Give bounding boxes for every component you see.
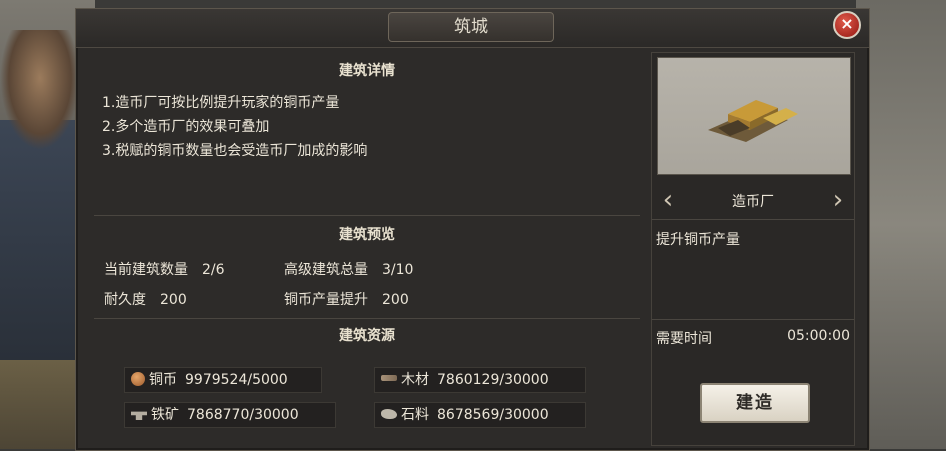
close-icon[interactable]: ×	[833, 11, 861, 39]
next-building-button[interactable]: ›	[828, 185, 848, 215]
copper-coin-icon	[131, 372, 145, 386]
resource-value: 7860129/30000	[437, 372, 549, 388]
character-face	[0, 30, 80, 150]
resource-copper: 铜币 9979524/5000	[124, 367, 322, 393]
resource-label: 石料	[401, 407, 429, 423]
detail-line-2: 2.多个造币厂的效果可叠加	[102, 119, 270, 135]
building-selector: ‹ 造币厂 › 提升铜币产量 需要时间 05:00:00 建造	[651, 52, 855, 446]
resource-label: 铁矿	[151, 407, 179, 423]
divider	[652, 219, 854, 220]
durability-value: 200	[160, 292, 187, 308]
dialog-title: 筑城	[388, 12, 554, 42]
build-city-dialog: 筑城 × 建筑详情 1.造币厂可按比例提升玩家的铜币产量 2.多个造币厂的效果可…	[75, 8, 870, 451]
iron-ore-icon	[131, 411, 147, 420]
resources-heading: 建筑资源	[339, 328, 395, 344]
building-info: 建筑详情 1.造币厂可按比例提升玩家的铜币产量 2.多个造币厂的效果可叠加 3.…	[94, 52, 640, 446]
current-count-label: 当前建筑数量	[104, 262, 188, 278]
advanced-total-stat: 高级建筑总量 3/10	[284, 259, 413, 279]
resource-stone: 石料 8678569/30000	[374, 402, 586, 428]
resource-iron: 铁矿 7868770/30000	[124, 402, 336, 428]
divider	[652, 319, 854, 320]
build-button[interactable]: 建造	[700, 383, 810, 423]
building-name: 造币厂	[732, 194, 774, 210]
time-required-label: 需要时间	[656, 331, 712, 347]
resource-value: 9979524/5000	[185, 372, 288, 388]
advanced-total-value: 3/10	[382, 262, 414, 278]
resource-value: 8678569/30000	[437, 407, 549, 423]
mint-building-icon	[708, 100, 798, 142]
copper-boost-label: 铜币产量提升	[284, 292, 368, 308]
current-count-stat: 当前建筑数量 2/6	[104, 259, 225, 279]
stone-icon	[381, 409, 397, 419]
detail-line-1: 1.造币厂可按比例提升玩家的铜币产量	[102, 95, 340, 111]
detail-line-3: 3.税赋的铜币数量也会受造币厂加成的影响	[102, 143, 368, 159]
copper-boost-value: 200	[382, 292, 409, 308]
wood-icon	[381, 375, 397, 381]
title-bar: 筑城 ×	[76, 9, 869, 48]
durability-stat: 耐久度 200	[104, 289, 187, 309]
prev-building-button[interactable]: ‹	[658, 185, 678, 215]
preview-heading: 建筑预览	[339, 227, 395, 243]
building-nav: ‹ 造币厂 ›	[652, 181, 854, 219]
mint-building-image	[657, 57, 851, 175]
divider	[94, 215, 640, 216]
time-required-value: 05:00:00	[787, 328, 850, 344]
building-description: 提升铜币产量	[656, 232, 740, 248]
details-heading: 建筑详情	[339, 63, 395, 79]
resource-wood: 木材 7860129/30000	[374, 367, 586, 393]
divider	[94, 318, 640, 319]
advanced-total-label: 高级建筑总量	[284, 262, 368, 278]
background-building	[0, 360, 85, 449]
resource-label: 铜币	[149, 372, 177, 388]
durability-label: 耐久度	[104, 292, 146, 308]
resource-label: 木材	[401, 372, 429, 388]
copper-boost-stat: 铜币产量提升 200	[284, 289, 409, 309]
current-count-value: 2/6	[202, 262, 225, 278]
resource-value: 7868770/30000	[187, 407, 299, 423]
